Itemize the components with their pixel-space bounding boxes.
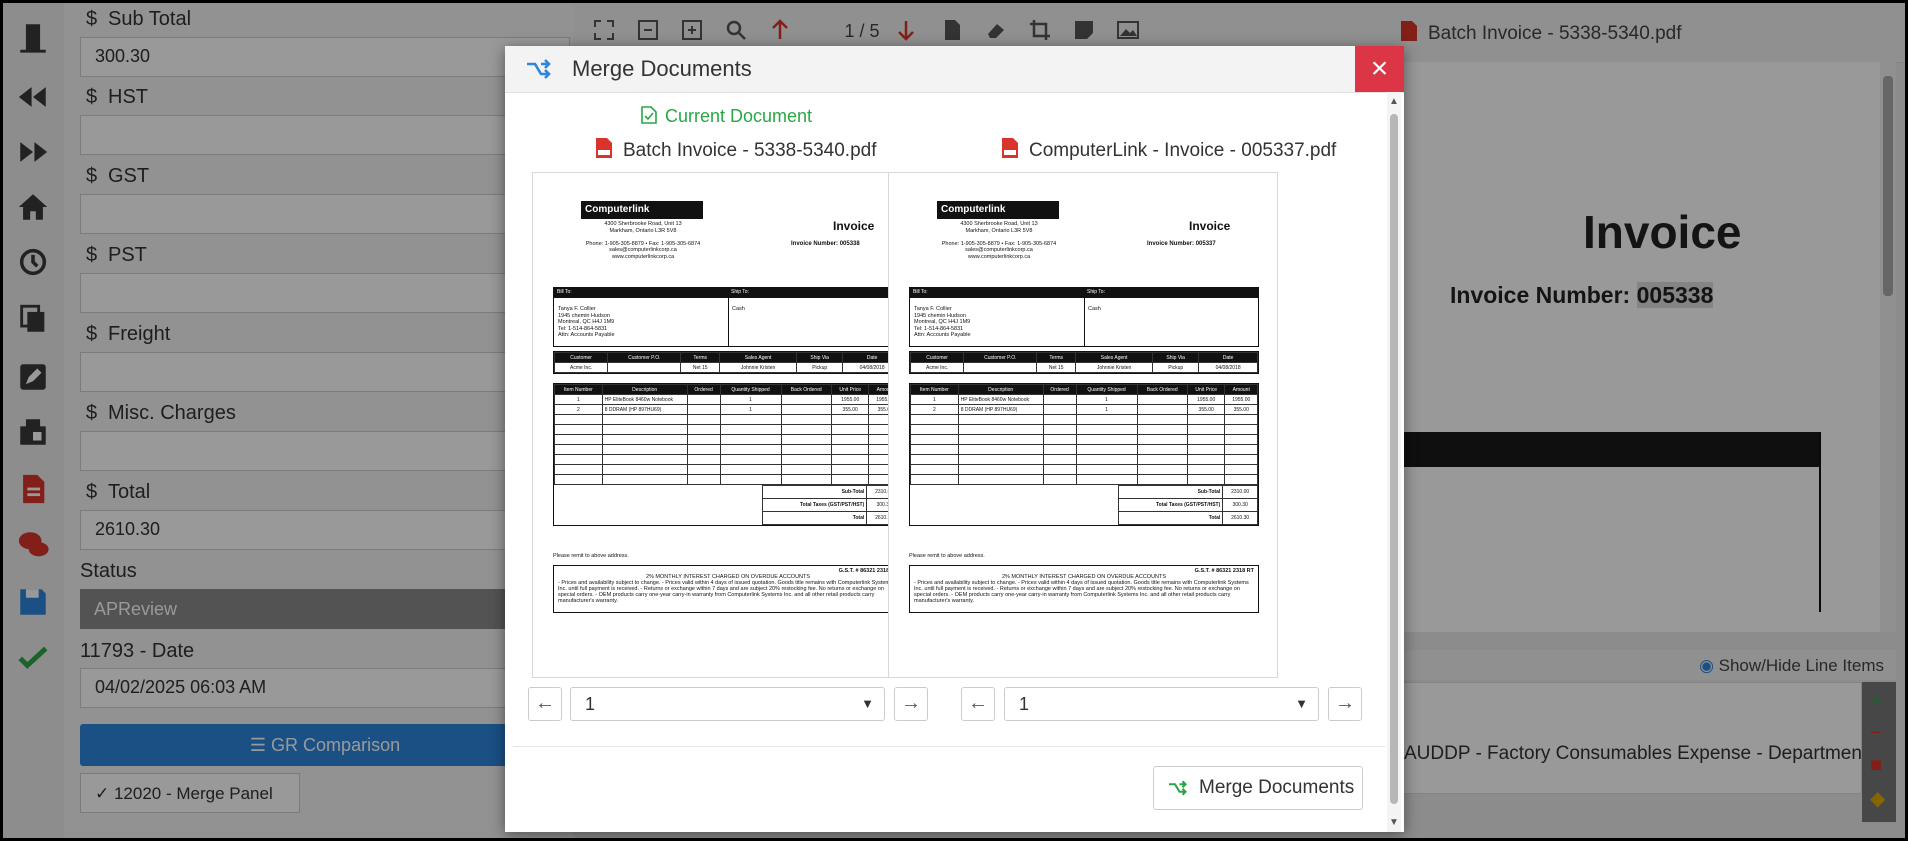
merge-documents-dialog: Merge Documents × Current Document Batch…	[505, 46, 1404, 832]
left-page-select[interactable]: 1 ▼	[570, 687, 885, 721]
left-file-title: Batch Invoice - 5338-5340.pdf	[595, 137, 877, 162]
invoice-title: Invoice	[1189, 219, 1231, 233]
file-check-icon	[641, 106, 657, 124]
left-page-preview[interactable]: Computerlink 4300 Sherbrooke Road, Unit …	[532, 172, 922, 678]
bill-ship-header: Bill To: Ship To:	[909, 287, 1259, 297]
merge-documents-button[interactable]: Merge Documents	[1153, 766, 1363, 810]
invoice-title: Invoice	[833, 219, 875, 233]
pdf-file-icon	[596, 138, 612, 158]
line-items-table: Item Number Description Ordered Quantity Sh…	[909, 383, 1259, 526]
left-next-page-button[interactable]: →	[894, 687, 928, 721]
dialog-footer-divider	[513, 746, 1385, 747]
remit-note: Please remit to above address.	[553, 553, 629, 559]
current-document-label: Current Document	[641, 106, 812, 127]
company-address: 4300 Sherbrooke Road, Unit 13 Markham, On…	[941, 221, 1057, 260]
left-prev-page-button[interactable]: ←	[528, 687, 562, 721]
pdf-file-icon	[1002, 138, 1018, 158]
arrow-left-icon: ←	[535, 692, 555, 714]
chevron-down-icon: ▼	[1295, 696, 1308, 711]
bill-ship-box: Tanya F. Collier 1945 chemin Hudson Montre…	[909, 297, 1259, 347]
dialog-title: Merge Documents	[572, 56, 752, 81]
scroll-up-icon[interactable]: ▲	[1389, 96, 1399, 107]
company-logo: Computerlink	[581, 201, 703, 219]
invoice-number: Invoice Number: 005338	[791, 241, 860, 247]
arrow-right-icon: →	[901, 692, 921, 714]
order-info-table: Customer Customer P.O. Terms Sales Agent Shi…	[553, 351, 903, 374]
close-button[interactable]: ×	[1355, 46, 1404, 92]
right-page-preview[interactable]: Computerlink 4300 Sherbrooke Road, Unit …	[888, 172, 1278, 678]
arrow-left-icon: ←	[968, 692, 988, 714]
chevron-down-icon: ▼	[861, 696, 874, 711]
terms-box: G.S.T. # 86321 2318 RT 2% MONTHLY INTERE…	[909, 565, 1259, 613]
remit-note: Please remit to above address.	[909, 553, 985, 559]
invoice-number: Invoice Number: 005337	[1147, 241, 1216, 247]
right-next-page-button[interactable]: →	[1328, 687, 1362, 721]
merge-icon	[1169, 780, 1187, 796]
dialog-scrollbar[interactable]: ▲ ▼	[1387, 92, 1401, 832]
dialog-header: Merge Documents ×	[505, 46, 1404, 93]
terms-box: G.S.T. # 86321 2318 RT 2% MONTHLY INTERE…	[553, 565, 903, 613]
scroll-down-icon[interactable]: ▼	[1389, 817, 1399, 828]
right-page-select[interactable]: 1 ▼	[1004, 687, 1319, 721]
bill-ship-box: Tanya F. Collier 1945 chemin Hudson Montre…	[553, 297, 903, 347]
company-logo: Computerlink	[937, 201, 1059, 219]
arrow-right-icon: →	[1335, 692, 1355, 714]
order-info-table: Customer Customer P.O. Terms Sales Agent Shi…	[909, 351, 1259, 374]
line-items-table: Item Number Description Ordered Quantity Sh…	[553, 383, 903, 526]
merge-icon	[527, 59, 551, 79]
right-file-title: ComputerLink - Invoice - 005337.pdf	[1001, 137, 1336, 162]
bill-ship-header: Bill To: Ship To:	[553, 287, 903, 297]
invoice-thumbnail: Computerlink 4300 Sherbrooke Road, Unit …	[889, 173, 1277, 677]
right-prev-page-button[interactable]: ←	[961, 687, 995, 721]
company-address: 4300 Sherbrooke Road, Unit 13 Markham, On…	[585, 221, 701, 260]
invoice-thumbnail: Computerlink 4300 Sherbrooke Road, Unit …	[533, 173, 921, 677]
